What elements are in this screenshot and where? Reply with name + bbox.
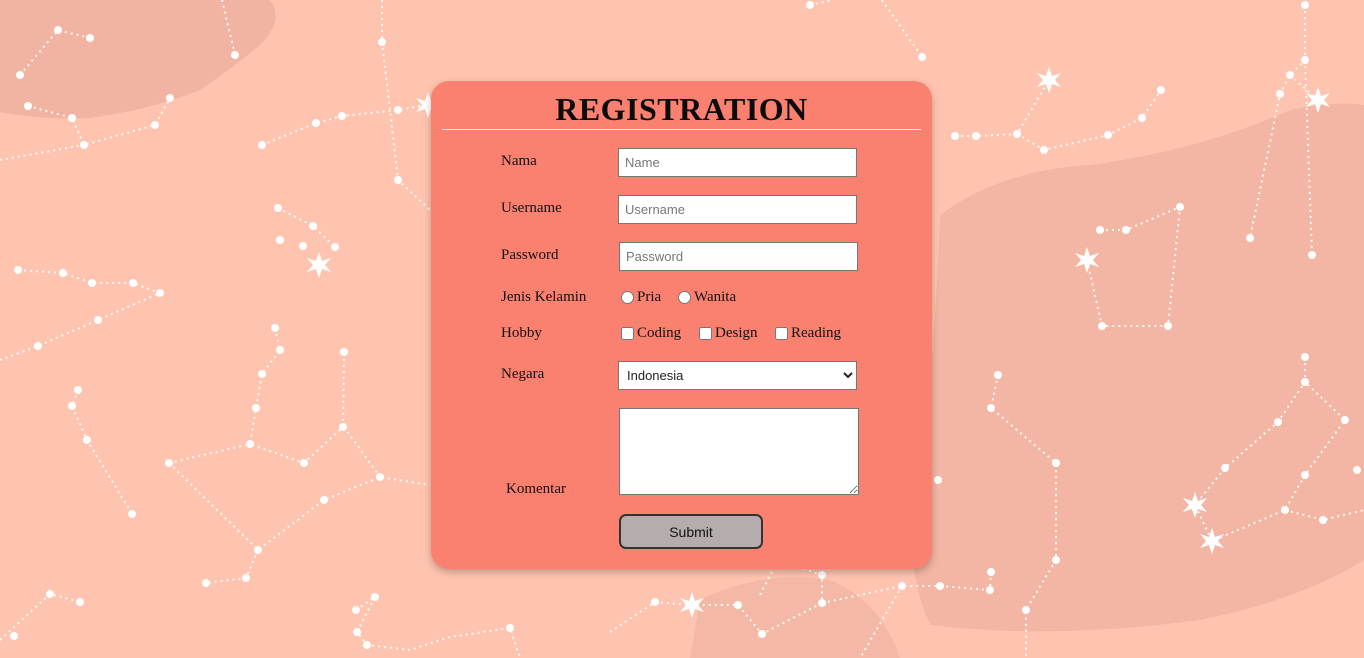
gender-option-label: Wanita	[694, 289, 737, 305]
gender-option-wanita[interactable]: Wanita	[678, 289, 736, 306]
gender-label: Jenis Kelamin	[501, 289, 587, 305]
gender-option-pria[interactable]: Pria	[621, 289, 661, 306]
password-input[interactable]	[619, 242, 858, 271]
hobby-checkbox-reading[interactable]	[775, 327, 788, 340]
registration-card: REGISTRATION Nama Username Password Jeni…	[431, 81, 932, 569]
password-label: Password	[501, 247, 559, 263]
komentar-label: Komentar	[506, 481, 566, 497]
hobby-option-label: Coding	[637, 325, 682, 341]
hobby-checkbox-coding[interactable]	[621, 327, 634, 340]
hobby-label: Hobby	[501, 325, 542, 341]
username-input[interactable]	[618, 195, 857, 224]
gender-option-label: Pria	[637, 289, 662, 305]
hobby-option-label: Design	[715, 325, 758, 341]
hobby-option-reading[interactable]: Reading	[775, 325, 841, 342]
hobby-checkbox-design[interactable]	[699, 327, 712, 340]
username-label: Username	[501, 200, 562, 216]
hobby-option-label: Reading	[791, 325, 841, 341]
nama-input[interactable]	[618, 148, 857, 177]
gender-radio-pria[interactable]	[621, 291, 634, 304]
negara-select[interactable]: Indonesia	[618, 361, 857, 390]
gender-radio-wanita[interactable]	[678, 291, 691, 304]
hobby-option-coding[interactable]: Coding	[621, 325, 681, 342]
hobby-option-design[interactable]: Design	[699, 325, 758, 342]
komentar-textarea[interactable]	[619, 408, 859, 495]
nama-label: Nama	[501, 153, 537, 169]
negara-label: Negara	[501, 366, 545, 382]
submit-button[interactable]: Submit	[619, 514, 763, 549]
title-divider	[442, 129, 921, 130]
form-title: REGISTRATION	[555, 91, 808, 127]
